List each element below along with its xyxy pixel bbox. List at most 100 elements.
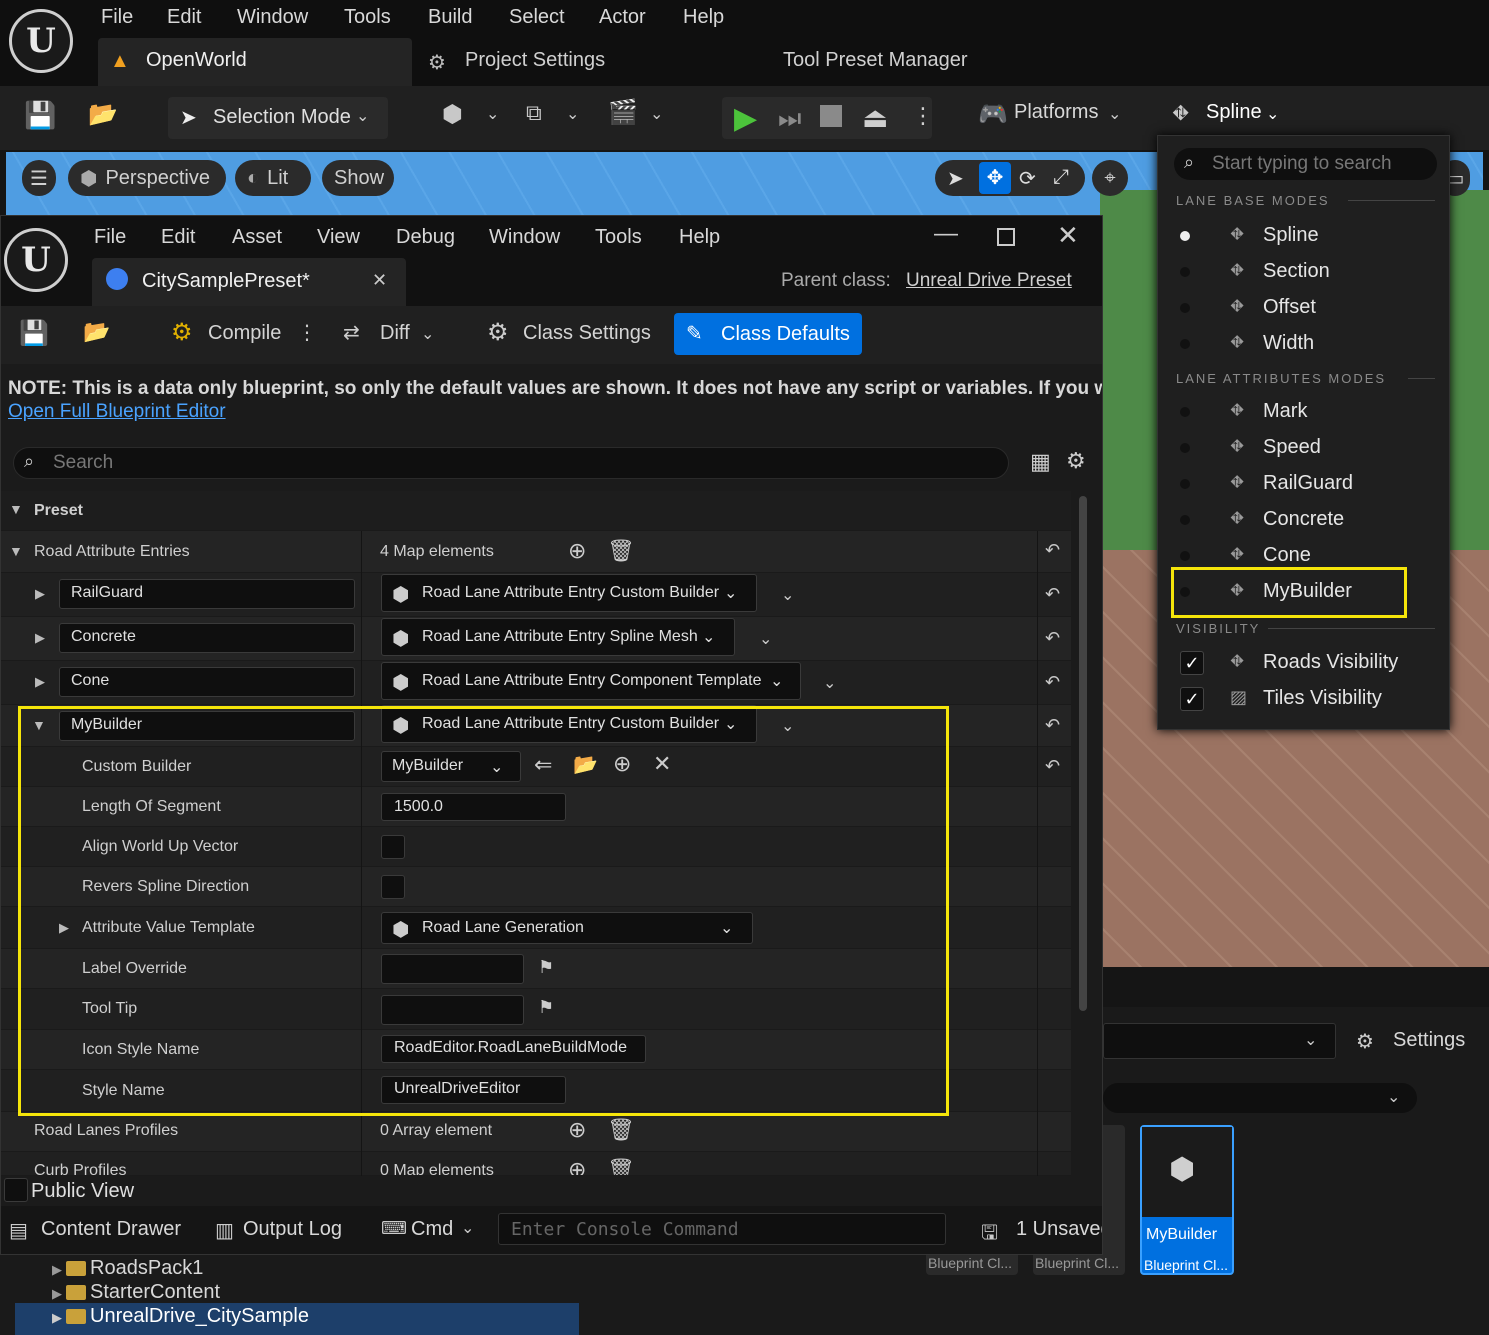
chevron-down-icon[interactable]: ⌄ <box>486 104 499 124</box>
chevron-down-icon[interactable]: ⌄ <box>823 673 836 693</box>
add-element-icon[interactable]: ⊕ <box>568 1157 586 1175</box>
checkbox-checked-icon[interactable]: ✓ <box>1180 687 1204 711</box>
menu-item-speed[interactable]: ⛖ Speed <box>1158 430 1451 466</box>
save-icon[interactable]: 💾 <box>19 319 49 348</box>
public-view-checkbox[interactable] <box>4 1178 28 1202</box>
expand-icon[interactable]: ▶ <box>35 586 45 602</box>
menu-select[interactable]: Select <box>509 6 565 29</box>
console-input[interactable]: Enter Console Command <box>498 1213 946 1245</box>
menu-item-railguard[interactable]: ⛖ RailGuard <box>1158 466 1451 502</box>
menu-help[interactable]: Help <box>683 6 724 29</box>
chevron-down-icon[interactable]: ⌄ <box>650 104 663 124</box>
parent-class-link[interactable]: Unreal Drive Preset <box>906 270 1072 292</box>
reset-icon[interactable]: ↶ <box>1045 628 1060 649</box>
play-icon[interactable]: ▶ <box>734 101 757 136</box>
chevron-down-icon[interactable]: ⌄ <box>1108 104 1121 124</box>
unreal-logo-icon[interactable]: U <box>9 9 73 73</box>
chevron-down-icon[interactable]: ⌄ <box>566 104 579 124</box>
more-icon[interactable]: ⋮ <box>297 320 317 345</box>
move-tool-icon[interactable]: ✥ <box>979 162 1011 194</box>
expand-icon[interactable]: ▶ <box>35 674 45 690</box>
reset-icon[interactable]: ↶ <box>1045 715 1060 736</box>
show-button[interactable]: Show <box>322 160 394 196</box>
menu-item-roads-visibility[interactable]: ✓ ⛖ Roads Visibility <box>1158 645 1451 681</box>
compile-button[interactable]: Compile <box>208 322 281 345</box>
delete-icon[interactable]: 🗑 <box>607 1157 635 1175</box>
step-icon[interactable]: ⏭ <box>778 103 801 135</box>
lit-button[interactable]: ◐ Lit <box>235 160 311 196</box>
chevron-down-icon[interactable]: ⌄ <box>421 324 434 344</box>
bp-menu-view[interactable]: View <box>317 226 360 249</box>
add-element-icon[interactable]: ⊕ <box>568 1117 586 1143</box>
details-search-input[interactable]: ⌕ Search <box>13 447 1009 479</box>
selection-mode-button[interactable]: ➤ Selection Mode ⌄ <box>168 97 388 139</box>
reset-icon[interactable]: ↶ <box>1045 672 1060 693</box>
map-value-combo[interactable]: ⬢ Road Lane Attribute Entry Spline Mesh … <box>381 618 735 656</box>
tab-project-settings[interactable]: Project Settings <box>465 49 605 72</box>
bp-menu-tools[interactable]: Tools <box>595 226 642 249</box>
spline-mode-button[interactable]: Spline <box>1206 101 1262 124</box>
menu-window[interactable]: Window <box>237 6 308 29</box>
asset-tile-mybuilder[interactable]: ⬢ MyBuilder Blueprint Cl... <box>1140 1125 1234 1275</box>
map-key-field[interactable]: RailGuard <box>59 579 355 609</box>
more-icon[interactable]: ⋮ <box>912 103 934 129</box>
chevron-down-icon[interactable]: ⌄ <box>759 629 772 649</box>
checkbox-checked-icon[interactable]: ✓ <box>1180 651 1204 675</box>
viewport-menu-button[interactable]: ☰ <box>22 160 56 196</box>
blueprint-icon[interactable]: ⧉ <box>526 100 542 126</box>
tab-city-sample-preset[interactable]: CitySamplePreset* ✕ <box>92 258 406 306</box>
mode-search-input[interactable]: ⌕ Start typing to search <box>1174 148 1437 180</box>
class-settings-button[interactable]: Class Settings <box>523 322 651 345</box>
menu-item-concrete[interactable]: ⛖ Concrete <box>1158 502 1451 538</box>
bp-menu-edit[interactable]: Edit <box>161 226 195 249</box>
menu-item-offset[interactable]: ⛖ Offset <box>1158 290 1451 326</box>
map-value-combo[interactable]: ⬢ Road Lane Attribute Entry Component Te… <box>381 662 801 700</box>
delete-icon[interactable]: 🗑 <box>607 538 635 564</box>
menu-item-section[interactable]: ⛖ Section <box>1158 254 1451 290</box>
open-full-editor-link[interactable]: Open Full Blueprint Editor <box>8 401 226 423</box>
bp-menu-debug[interactable]: Debug <box>396 226 455 249</box>
chevron-down-icon[interactable]: ⌄ <box>781 585 794 605</box>
folder-item[interactable]: ▶ RoadsPack1 <box>52 1257 203 1280</box>
chevron-down-icon[interactable]: ⌄ <box>461 1218 474 1238</box>
stop-icon[interactable] <box>820 105 842 127</box>
scale-tool-icon[interactable]: ⤢ <box>1053 166 1069 189</box>
bp-menu-file[interactable]: File <box>94 226 126 249</box>
content-search[interactable]: ⌄ <box>1103 1083 1417 1113</box>
path-combo[interactable]: ⌄ <box>1103 1023 1336 1059</box>
settings-button[interactable]: Settings <box>1393 1029 1465 1052</box>
compile-icon[interactable]: ⚙ <box>171 318 193 347</box>
category-preset[interactable]: ▼ Preset <box>1 491 1071 531</box>
table-view-icon[interactable]: ▦ <box>1030 449 1051 475</box>
save-icon[interactable]: 💾 <box>24 100 56 131</box>
unsaved-button[interactable]: 1 Unsaved <box>1016 1218 1102 1241</box>
tab-openworld[interactable]: ▲ OpenWorld <box>98 38 412 86</box>
chevron-down-icon[interactable]: ⌄ <box>1266 104 1279 124</box>
maximize-icon[interactable] <box>997 228 1015 246</box>
bp-menu-help[interactable]: Help <box>679 226 720 249</box>
platforms-button[interactable]: Platforms <box>1014 101 1098 124</box>
close-icon[interactable]: ✕ <box>1057 220 1079 251</box>
details-scrollbar[interactable] <box>1079 496 1087 1011</box>
reset-icon[interactable]: ↶ <box>1045 756 1060 777</box>
perspective-button[interactable]: ⬢ Perspective <box>68 160 226 196</box>
folder-item-selected[interactable]: ▶ UnrealDrive_CitySample <box>15 1303 579 1335</box>
menu-item-mark[interactable]: ⛖ Mark <box>1158 394 1451 430</box>
menu-file[interactable]: File <box>101 6 133 29</box>
reset-icon[interactable]: ↶ <box>1045 540 1060 561</box>
menu-actor[interactable]: Actor <box>599 6 646 29</box>
map-key-field[interactable]: Cone <box>59 667 355 697</box>
menu-edit[interactable]: Edit <box>167 6 201 29</box>
cmd-button[interactable]: Cmd <box>411 1218 453 1241</box>
rotate-tool-icon[interactable]: ⟳ <box>1019 166 1036 191</box>
delete-icon[interactable]: 🗑 <box>607 1117 635 1143</box>
reset-icon[interactable]: ↶ <box>1045 584 1060 605</box>
menu-build[interactable]: Build <box>428 6 472 29</box>
menu-item-tiles-visibility[interactable]: ✓ ▨ Tiles Visibility <box>1158 681 1451 717</box>
cinematics-icon[interactable]: 🎬 <box>608 98 638 127</box>
menu-tools[interactable]: Tools <box>344 6 391 29</box>
menu-item-width[interactable]: ⛖ Width <box>1158 326 1451 362</box>
close-tab-icon[interactable]: ✕ <box>372 270 387 291</box>
diff-button[interactable]: Diff <box>380 322 410 345</box>
folder-item[interactable]: ▶ StarterContent <box>52 1281 220 1304</box>
